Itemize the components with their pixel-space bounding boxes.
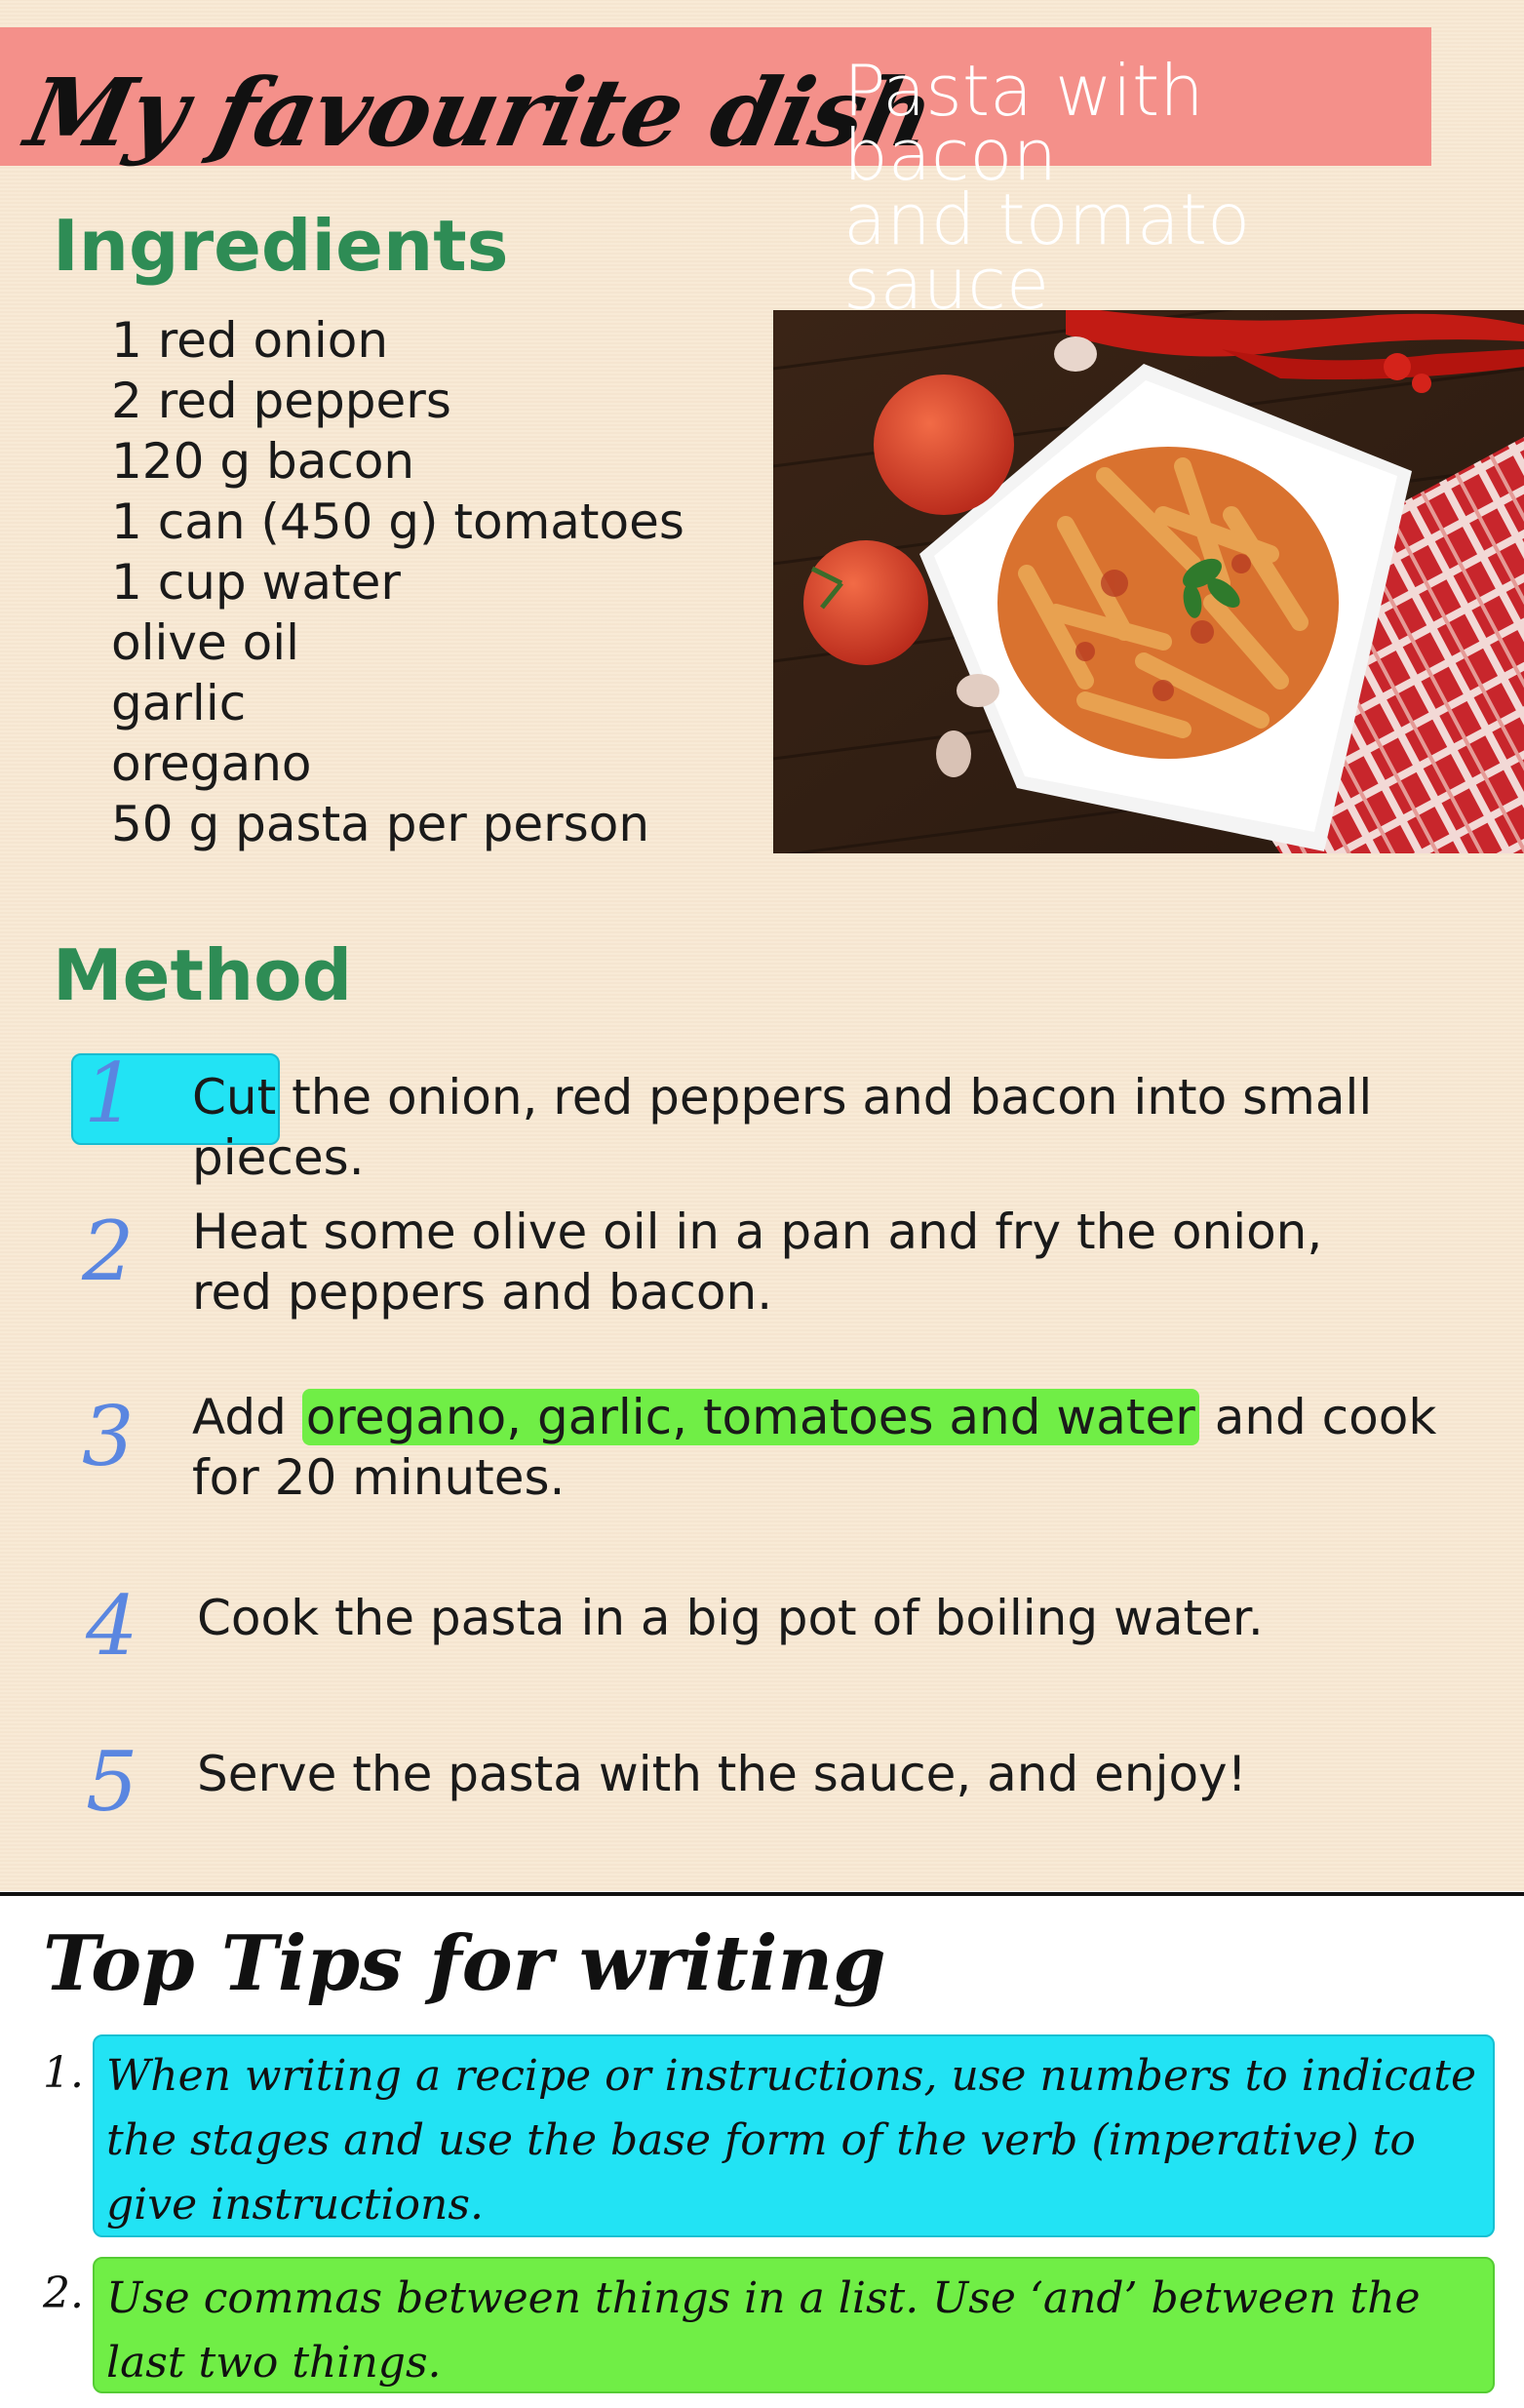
ingredient-item: 120 g bacon xyxy=(111,433,415,490)
method-heading: Method xyxy=(53,934,353,1016)
step-text-2: Heat some olive oil in a pan and fry the… xyxy=(192,1204,1323,1321)
step-3-highlight: oregano, garlic, tomatoes and water xyxy=(301,1389,1199,1445)
tip-number-2: 2. xyxy=(43,2269,84,2318)
ingredient-item: oregano xyxy=(111,735,312,792)
dish-name-line1: Pasta with bacon xyxy=(843,50,1204,196)
ingredient-item: garlic xyxy=(111,675,247,731)
recipe-poster: My favourite dish Pasta with bacon and t… xyxy=(0,0,1524,1891)
dish-name-line2: and tomato sauce xyxy=(843,178,1251,325)
tip-1: When writing a recipe or instructions, u… xyxy=(93,2034,1495,2237)
step-text-4: Cook the pasta in a big pot of boiling w… xyxy=(197,1590,1264,1646)
step-number-3: 3 xyxy=(82,1389,135,1484)
step-text-1: Cut the onion, red peppers and bacon int… xyxy=(192,1067,1499,1188)
ingredient-item: 1 can (450 g) tomatoes xyxy=(111,493,684,550)
step-number-4: 4 xyxy=(86,1578,138,1674)
step-1-verb: Cut xyxy=(192,1069,277,1125)
step-1-rest: the onion, red peppers and bacon into sm… xyxy=(192,1069,1373,1186)
tips-title: Top Tips for writing xyxy=(43,1919,886,2008)
step-number-1: 1 xyxy=(84,1046,137,1141)
step-text-3: Add oregano, garlic, tomatoes and water … xyxy=(192,1387,1460,1508)
ingredient-item: 1 red onion xyxy=(111,312,389,369)
ingredients-list: 1 red onion 2 red peppers 120 g bacon 1 … xyxy=(111,310,684,854)
ingredient-item: olive oil xyxy=(111,614,299,671)
ingredients-heading: Ingredients xyxy=(53,205,509,287)
step-number-5: 5 xyxy=(86,1734,138,1830)
tip-number-1: 1. xyxy=(43,2048,84,2098)
step-text-5: Serve the pasta with the sauce, and enjo… xyxy=(197,1746,1247,1802)
pasta-dish-illustration xyxy=(773,310,1524,853)
section-divider xyxy=(0,1892,1524,1896)
ingredient-item: 1 cup water xyxy=(111,554,401,611)
tip-2: Use commas between things in a list. Use… xyxy=(93,2257,1495,2393)
step-3-before: Add xyxy=(192,1389,302,1445)
title-banner: My favourite dish Pasta with bacon and t… xyxy=(0,27,1431,319)
ingredient-item: 2 red peppers xyxy=(111,373,451,429)
pasta-dish-photo xyxy=(773,310,1524,853)
dish-name: Pasta with bacon and tomato sauce xyxy=(843,50,1428,325)
step-number-2: 2 xyxy=(82,1204,135,1299)
page-title: My favourite dish xyxy=(18,58,943,168)
ingredient-item: 50 g pasta per person xyxy=(111,796,650,852)
